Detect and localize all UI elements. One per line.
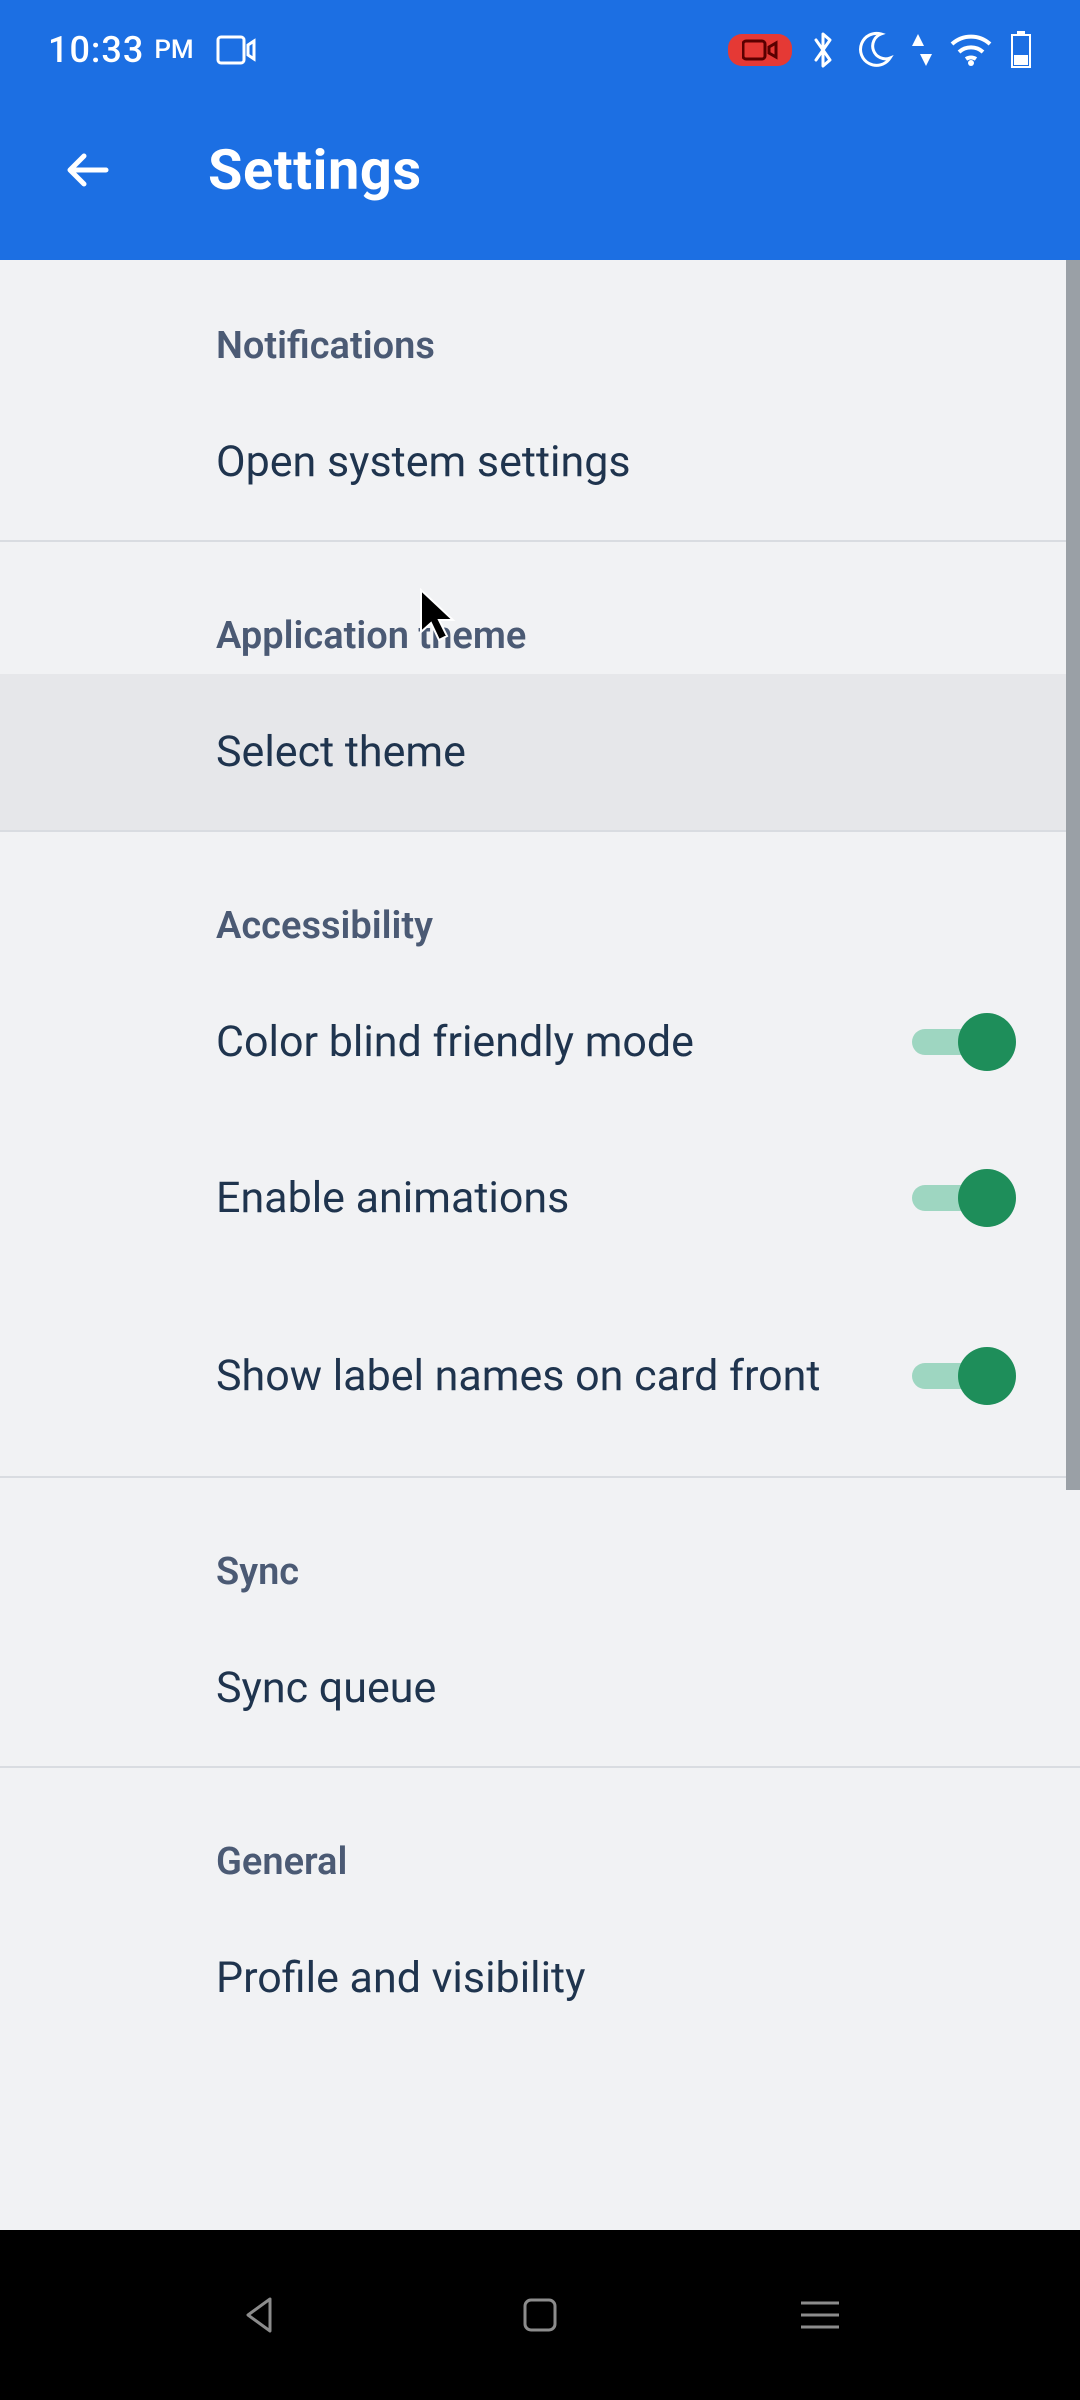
row-label: Sync queue [216, 1659, 1020, 1717]
switch-thumb [958, 1347, 1016, 1405]
row-open-system-settings[interactable]: Open system settings [0, 384, 1080, 540]
row-label: Enable animations [216, 1169, 912, 1227]
data-icon [912, 32, 932, 68]
section-header-general: General [0, 1768, 1080, 1900]
nav-home-button[interactable] [500, 2275, 580, 2355]
section-header-accessibility: Accessibility [0, 832, 1080, 964]
status-time: 10:33 [48, 29, 144, 71]
row-label: Open system settings [216, 433, 1020, 491]
section-general: General Profile and visibility [0, 1768, 1080, 2056]
section-header-theme: Application theme [0, 542, 1080, 674]
cast-icon [216, 35, 256, 65]
section-notifications: Notifications Open system settings [0, 260, 1080, 540]
battery-icon [1010, 31, 1032, 69]
bluetooth-icon [810, 30, 836, 70]
row-label: Profile and visibility [216, 1949, 1020, 2007]
row-show-label-names[interactable]: Show label names on card front [0, 1276, 1080, 1476]
row-color-blind-mode[interactable]: Color blind friendly mode [0, 964, 1080, 1120]
switch-thumb [958, 1169, 1016, 1227]
row-label: Select theme [216, 723, 1020, 781]
row-label: Show label names on card front [216, 1347, 912, 1405]
nav-back-button[interactable] [220, 2275, 300, 2355]
section-sync: Sync Sync queue [0, 1478, 1080, 1766]
arrow-left-icon [62, 144, 114, 196]
row-select-theme[interactable]: Select theme [0, 674, 1080, 830]
status-right [728, 30, 1032, 70]
app-bar: Settings [0, 100, 1080, 260]
row-enable-animations[interactable]: Enable animations [0, 1120, 1080, 1276]
triangle-back-icon [238, 2293, 282, 2337]
menu-recent-icon [797, 2297, 843, 2333]
row-profile-visibility[interactable]: Profile and visibility [0, 1900, 1080, 2056]
page-title: Settings [208, 137, 422, 203]
status-left: 10:33 PM [48, 29, 256, 71]
system-nav-bar [0, 2230, 1080, 2400]
switch-show-label-names[interactable] [912, 1349, 1012, 1403]
switch-color-blind-mode[interactable] [912, 1015, 1012, 1069]
nav-recent-button[interactable] [780, 2275, 860, 2355]
scrollbar[interactable] [1066, 260, 1080, 1490]
section-header-sync: Sync [0, 1478, 1080, 1610]
status-bar: 10:33 PM [0, 0, 1080, 100]
row-label: Color blind friendly mode [216, 1013, 912, 1071]
square-home-icon [519, 2294, 561, 2336]
switch-thumb [958, 1013, 1016, 1071]
screen: 10:33 PM [0, 0, 1080, 2400]
row-sync-queue[interactable]: Sync queue [0, 1610, 1080, 1766]
moon-icon [854, 30, 894, 70]
status-ampm: PM [154, 35, 193, 65]
section-accessibility: Accessibility Color blind friendly mode … [0, 832, 1080, 1476]
screen-record-icon [728, 34, 792, 66]
section-header-notifications: Notifications [0, 260, 1080, 384]
section-theme: Application theme Select theme [0, 542, 1080, 830]
settings-list[interactable]: Notifications Open system settings Appli… [0, 260, 1080, 2230]
back-button[interactable] [60, 142, 116, 198]
switch-enable-animations[interactable] [912, 1171, 1012, 1225]
wifi-icon [950, 34, 992, 66]
